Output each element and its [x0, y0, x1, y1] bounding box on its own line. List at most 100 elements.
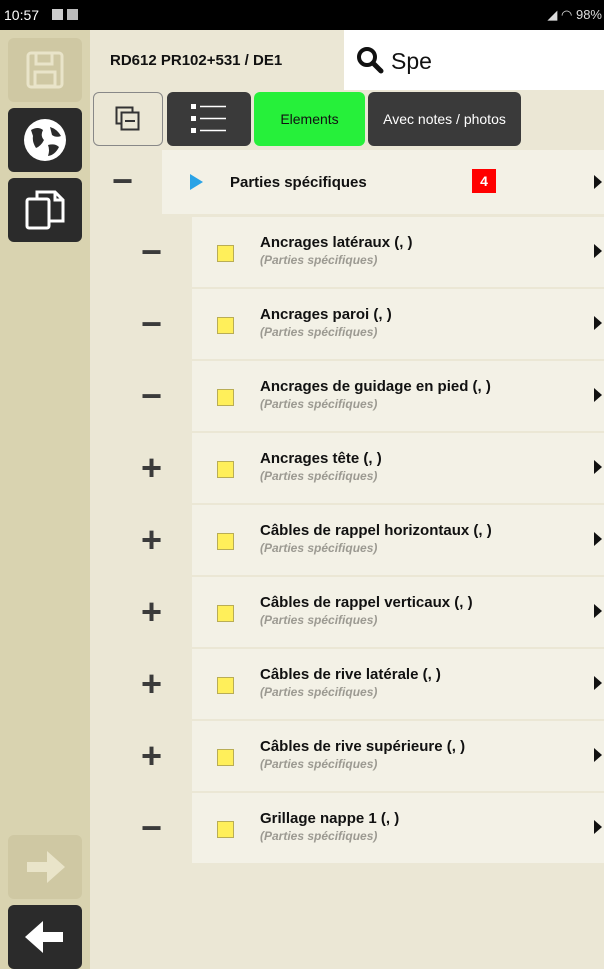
list-item-main[interactable]: Câbles de rive latérale (, ) (Parties spé… — [192, 649, 604, 719]
list-item-main[interactable]: Grillage nappe 1 (, ) (Parties spécifique… — [192, 793, 604, 863]
chevron-right-icon[interactable] — [594, 388, 602, 402]
list-item-main[interactable]: Ancrages latéraux (, ) (Parties spécifiqu… — [192, 217, 604, 287]
chevron-right-icon[interactable] — [594, 748, 602, 762]
copy-button[interactable] — [8, 178, 82, 242]
elements-filter-button[interactable]: Elements — [254, 92, 365, 146]
expand-toggle[interactable]: − — [141, 810, 162, 846]
save-button[interactable] — [8, 38, 82, 102]
group-row-main[interactable]: Parties spécifiques 4 — [162, 150, 604, 214]
image-icon — [67, 9, 78, 20]
globe-button[interactable] — [8, 108, 82, 172]
wifi-icon: ◠ — [561, 7, 573, 22]
item-category: (Parties spécifiques) — [260, 829, 378, 843]
item-category: (Parties spécifiques) — [260, 397, 378, 411]
item-name: Câbles de rive supérieure (, ) — [260, 738, 466, 755]
list-item[interactable]: − Ancrages paroi (, ) (Parties spécifiques… — [90, 289, 604, 359]
item-category: (Parties spécifiques) — [260, 325, 378, 339]
list-item[interactable]: + Ancrages tête (, ) (Parties spécifiques) — [90, 433, 604, 503]
item-category: (Parties spécifiques) — [260, 541, 378, 555]
collapse-all-button[interactable] — [93, 92, 163, 146]
toggle-cell[interactable]: + — [90, 649, 190, 719]
list-item-main[interactable]: Câbles de rappel verticaux (, ) (Parties … — [192, 577, 604, 647]
status-square-icon — [217, 749, 234, 766]
chevron-right-icon[interactable] — [594, 175, 602, 189]
item-category: (Parties spécifiques) — [260, 685, 378, 699]
element-tree: − Parties spécifiques 4 − Ancrages latéra… — [90, 150, 604, 969]
expand-toggle[interactable]: + — [141, 738, 162, 774]
list-view-button[interactable] — [167, 92, 251, 146]
collapse-toggle[interactable]: − — [112, 163, 133, 199]
list-item[interactable]: − Ancrages de guidage en pied (, ) (Partie… — [90, 361, 604, 431]
list-item[interactable]: + Câbles de rappel verticaux (, ) (Parties… — [90, 577, 604, 647]
toggle-cell[interactable]: + — [90, 721, 190, 791]
chevron-right-icon[interactable] — [594, 244, 602, 258]
filter-toolbar: Elements Avec notes / photos — [90, 90, 604, 150]
status-square-icon — [217, 605, 234, 622]
status-square-icon — [217, 317, 234, 334]
list-item[interactable]: + Câbles de rive supérieure (, ) (Parties … — [90, 721, 604, 791]
toggle-cell[interactable]: − — [90, 793, 190, 863]
group-row[interactable]: − Parties spécifiques 4 — [90, 150, 604, 214]
item-name: Câbles de rive latérale (, ) — [260, 666, 441, 683]
list-item[interactable]: + Câbles de rive latérale (, ) (Parties sp… — [90, 649, 604, 719]
list-item[interactable]: + Câbles de rappel horizontaux (, ) (Parti… — [90, 505, 604, 575]
status-square-icon — [217, 677, 234, 694]
item-name: Câbles de rappel horizontaux (, ) — [260, 522, 492, 539]
list-item[interactable]: − Ancrages latéraux (, ) (Parties spécifiq… — [90, 217, 604, 287]
expand-toggle[interactable]: + — [141, 666, 162, 702]
status-time: 10:57 — [4, 7, 40, 23]
list-item-main[interactable]: Ancrages paroi (, ) (Parties spécifiques) — [192, 289, 604, 359]
list-item-main[interactable]: Câbles de rive supérieure (, ) (Parties s… — [192, 721, 604, 791]
notes-photos-filter-button[interactable]: Avec notes / photos — [368, 92, 521, 146]
sidebar — [0, 30, 90, 969]
back-button[interactable] — [8, 905, 82, 969]
chevron-right-icon[interactable] — [594, 316, 602, 330]
item-name: Ancrages paroi (, ) — [260, 306, 392, 323]
expand-toggle[interactable]: − — [141, 306, 162, 342]
chevron-right-icon[interactable] — [594, 676, 602, 690]
search-input[interactable]: Spe — [391, 48, 432, 75]
toggle-cell[interactable]: − — [90, 217, 190, 287]
chevron-right-icon[interactable] — [594, 532, 602, 546]
expand-toggle[interactable]: − — [141, 234, 162, 270]
item-category: (Parties spécifiques) — [260, 253, 378, 267]
list-item-main[interactable]: Câbles de rappel horizontaux (, ) (Partie… — [192, 505, 604, 575]
save-icon — [26, 51, 64, 89]
search-icon — [357, 47, 384, 74]
chevron-right-icon[interactable] — [594, 604, 602, 618]
expand-toggle[interactable]: − — [141, 378, 162, 414]
toggle-cell[interactable]: + — [90, 577, 190, 647]
globe-icon — [24, 119, 66, 161]
list-item[interactable]: − Grillage nappe 1 (, ) (Parties spécifiqu… — [90, 793, 604, 863]
collapse-icon — [115, 106, 140, 131]
expand-toggle[interactable]: + — [141, 522, 162, 558]
item-name: Grillage nappe 1 (, ) — [260, 810, 400, 827]
chevron-right-icon[interactable] — [594, 460, 602, 474]
list-item-main[interactable]: Ancrages de guidage en pied (, ) (Parties… — [192, 361, 604, 431]
forward-button[interactable] — [8, 835, 82, 899]
item-name: Ancrages de guidage en pied (, ) — [260, 378, 491, 395]
expand-toggle[interactable]: + — [141, 450, 162, 486]
toggle-cell[interactable]: + — [90, 505, 190, 575]
search-box[interactable]: Spe — [344, 30, 604, 90]
toggle-cell[interactable]: − — [90, 289, 190, 359]
status-square-icon — [217, 245, 234, 262]
item-name: Ancrages tête (, ) — [260, 450, 382, 467]
page-title: RD612 PR102+531 / DE1 — [110, 52, 283, 69]
list-item-main[interactable]: Ancrages tête (, ) (Parties spécifiques) — [192, 433, 604, 503]
status-square-icon — [217, 389, 234, 406]
chevron-right-icon[interactable] — [594, 820, 602, 834]
status-square-icon — [217, 821, 234, 838]
item-category: (Parties spécifiques) — [260, 613, 378, 627]
item-name: Câbles de rappel verticaux (, ) — [260, 594, 473, 611]
arrow-left-icon — [25, 921, 63, 953]
status-square-icon — [217, 533, 234, 550]
status-bar: 10:57 ◢ ◠ 98% — [0, 0, 604, 30]
toggle-cell[interactable]: + — [90, 433, 190, 503]
group-label: Parties spécifiques — [230, 174, 367, 191]
toggle-cell[interactable]: − — [90, 361, 190, 431]
battery-level: 98% — [575, 7, 602, 22]
expand-toggle[interactable]: + — [141, 594, 162, 630]
play-icon — [190, 174, 203, 190]
count-badge: 4 — [472, 169, 496, 193]
